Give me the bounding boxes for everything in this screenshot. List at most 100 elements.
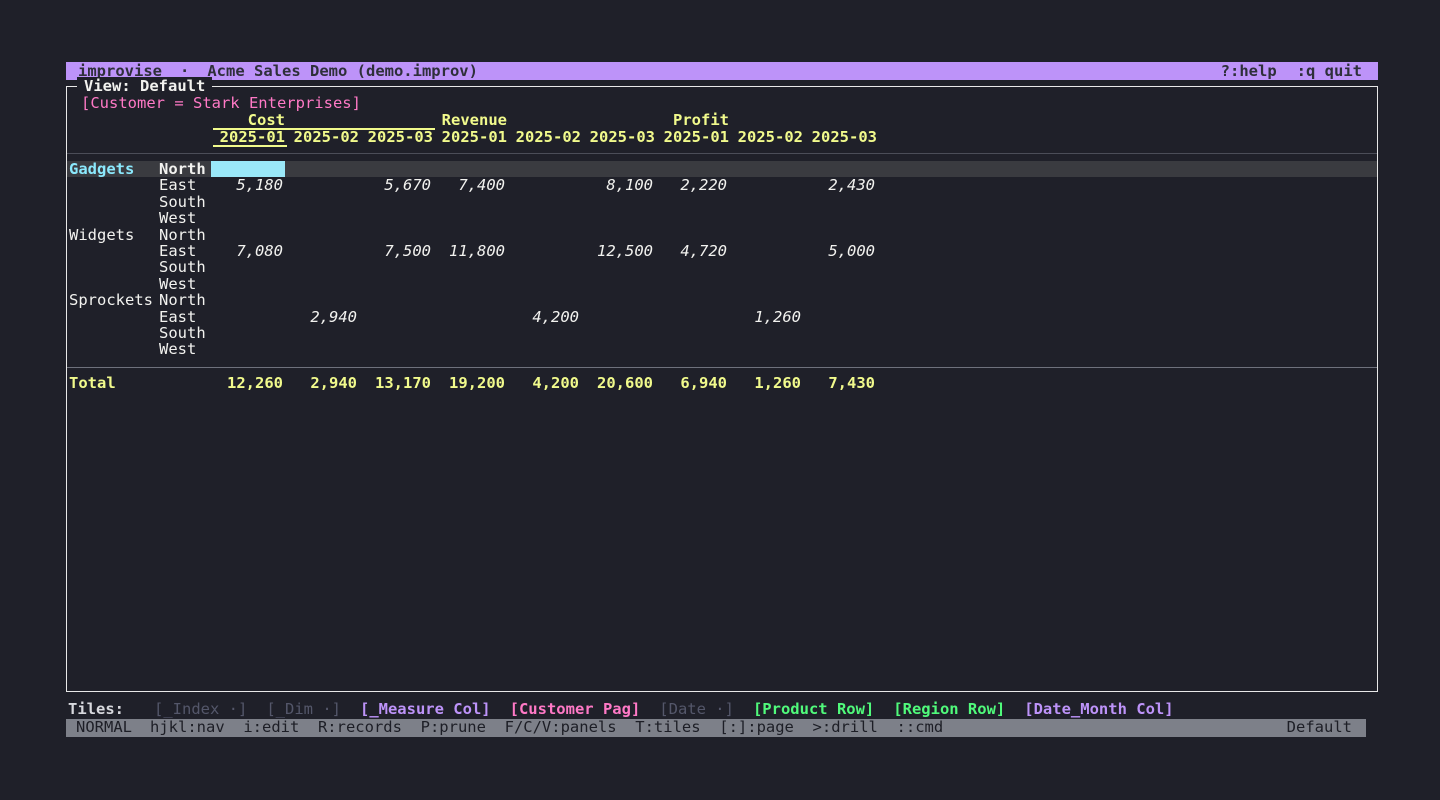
pivot-cell[interactable] (359, 309, 433, 325)
pivot-cell[interactable] (803, 227, 877, 243)
pivot-cell[interactable] (507, 227, 581, 243)
pivot-cell[interactable] (211, 227, 285, 243)
month-column-header[interactable]: 2025-02 (509, 129, 583, 145)
pivot-cell[interactable] (359, 259, 433, 275)
pivot-cell[interactable] (729, 259, 803, 275)
pivot-cell[interactable] (359, 276, 433, 292)
pivot-cell[interactable] (433, 161, 507, 177)
pivot-cell[interactable] (433, 276, 507, 292)
pivot-cell[interactable] (507, 194, 581, 210)
pivot-cell[interactable] (729, 194, 803, 210)
pivot-cell[interactable] (581, 210, 655, 226)
tile-date[interactable]: [Date ·] (659, 701, 734, 718)
pivot-cell[interactable] (359, 194, 433, 210)
pivot-cell[interactable] (655, 292, 729, 308)
pivot-cell[interactable]: 4,720 (655, 243, 729, 259)
pivot-cell[interactable] (581, 276, 655, 292)
tile-product-row[interactable]: [Product Row] (753, 701, 874, 718)
cursor-cell[interactable] (211, 161, 285, 177)
pivot-cell[interactable] (581, 259, 655, 275)
pivot-cell[interactable] (285, 259, 359, 275)
pivot-cell[interactable] (655, 341, 729, 357)
pivot-cell[interactable] (803, 161, 877, 177)
pivot-cell[interactable] (729, 276, 803, 292)
pivot-cell[interactable] (285, 177, 359, 193)
pivot-cell[interactable]: 12,500 (581, 243, 655, 259)
pivot-cell[interactable] (655, 309, 729, 325)
filter-badge-customer[interactable]: [Customer = Stark Enterprises] (81, 95, 361, 111)
pivot-cell[interactable] (507, 177, 581, 193)
pivot-cell[interactable]: 7,080 (211, 243, 285, 259)
pivot-cell[interactable] (729, 177, 803, 193)
month-column-header[interactable]: 2025-02 (287, 129, 361, 145)
pivot-cell[interactable] (729, 292, 803, 308)
pivot-cell[interactable] (655, 325, 729, 341)
pivot-cell[interactable]: 5,180 (211, 177, 285, 193)
pivot-cell[interactable] (729, 210, 803, 226)
pivot-cell[interactable]: 5,670 (359, 177, 433, 193)
pivot-cell[interactable]: 11,800 (433, 243, 507, 259)
pivot-cell[interactable]: 1,260 (729, 309, 803, 325)
tile-customer-pag[interactable]: [Customer Pag] (510, 701, 641, 718)
tile-index[interactable]: [_Index ·] (154, 701, 247, 718)
pivot-cell[interactable] (729, 161, 803, 177)
month-column-header[interactable]: 2025-01 (435, 129, 509, 145)
pivot-cell[interactable] (285, 292, 359, 308)
pivot-cell[interactable] (803, 309, 877, 325)
pivot-cell[interactable] (655, 210, 729, 226)
month-column-header[interactable]: 2025-01 (213, 129, 287, 147)
pivot-cell[interactable] (211, 341, 285, 357)
pivot-cell[interactable] (803, 276, 877, 292)
pivot-cell[interactable] (433, 210, 507, 226)
pivot-cell[interactable] (729, 227, 803, 243)
pivot-cell[interactable] (211, 194, 285, 210)
pivot-cell[interactable] (803, 292, 877, 308)
pivot-cell[interactable] (581, 309, 655, 325)
pivot-cell[interactable] (507, 276, 581, 292)
pivot-cell[interactable] (803, 325, 877, 341)
pivot-cell[interactable] (581, 161, 655, 177)
pivot-cell[interactable] (285, 276, 359, 292)
pivot-cell[interactable] (285, 325, 359, 341)
pivot-cell[interactable] (507, 243, 581, 259)
pivot-cell[interactable] (285, 227, 359, 243)
measure-group-revenue[interactable]: Revenue (435, 112, 657, 128)
pivot-cell[interactable] (433, 292, 507, 308)
pivot-cell[interactable]: 7,400 (433, 177, 507, 193)
pivot-cell[interactable] (507, 325, 581, 341)
pivot-cell[interactable] (655, 161, 729, 177)
pivot-cell[interactable] (729, 243, 803, 259)
pivot-cell[interactable] (803, 259, 877, 275)
pivot-cell[interactable] (433, 194, 507, 210)
pivot-cell[interactable]: 7,500 (359, 243, 433, 259)
pivot-cell[interactable] (285, 243, 359, 259)
pivot-cell[interactable] (211, 259, 285, 275)
pivot-cell[interactable] (211, 210, 285, 226)
pivot-cell[interactable] (211, 325, 285, 341)
pivot-cell[interactable] (433, 341, 507, 357)
pivot-cell[interactable] (507, 259, 581, 275)
month-column-header[interactable]: 2025-03 (805, 129, 879, 145)
pivot-cell[interactable] (285, 161, 359, 177)
month-column-header[interactable]: 2025-02 (731, 129, 805, 145)
pivot-cell[interactable] (211, 276, 285, 292)
pivot-cell[interactable] (433, 325, 507, 341)
pivot-cell[interactable] (507, 161, 581, 177)
pivot-cell[interactable] (803, 210, 877, 226)
tile-date-month-col[interactable]: [Date_Month Col] (1024, 701, 1173, 718)
month-column-header[interactable]: 2025-01 (657, 129, 731, 145)
measure-group-profit[interactable]: Profit (657, 112, 879, 128)
pivot-cell[interactable] (285, 210, 359, 226)
pivot-cell[interactable] (581, 194, 655, 210)
pivot-cell[interactable] (359, 227, 433, 243)
pivot-cell[interactable]: 5,000 (803, 243, 877, 259)
pivot-cell[interactable] (803, 194, 877, 210)
pivot-cell[interactable]: 4,200 (507, 309, 581, 325)
tile-region-row[interactable]: [Region Row] (893, 701, 1005, 718)
pivot-cell[interactable] (285, 194, 359, 210)
pivot-cell[interactable] (359, 161, 433, 177)
month-column-header[interactable]: 2025-03 (583, 129, 657, 145)
pivot-cell[interactable] (803, 341, 877, 357)
pivot-cell[interactable] (655, 259, 729, 275)
pivot-cell[interactable]: 2,430 (803, 177, 877, 193)
